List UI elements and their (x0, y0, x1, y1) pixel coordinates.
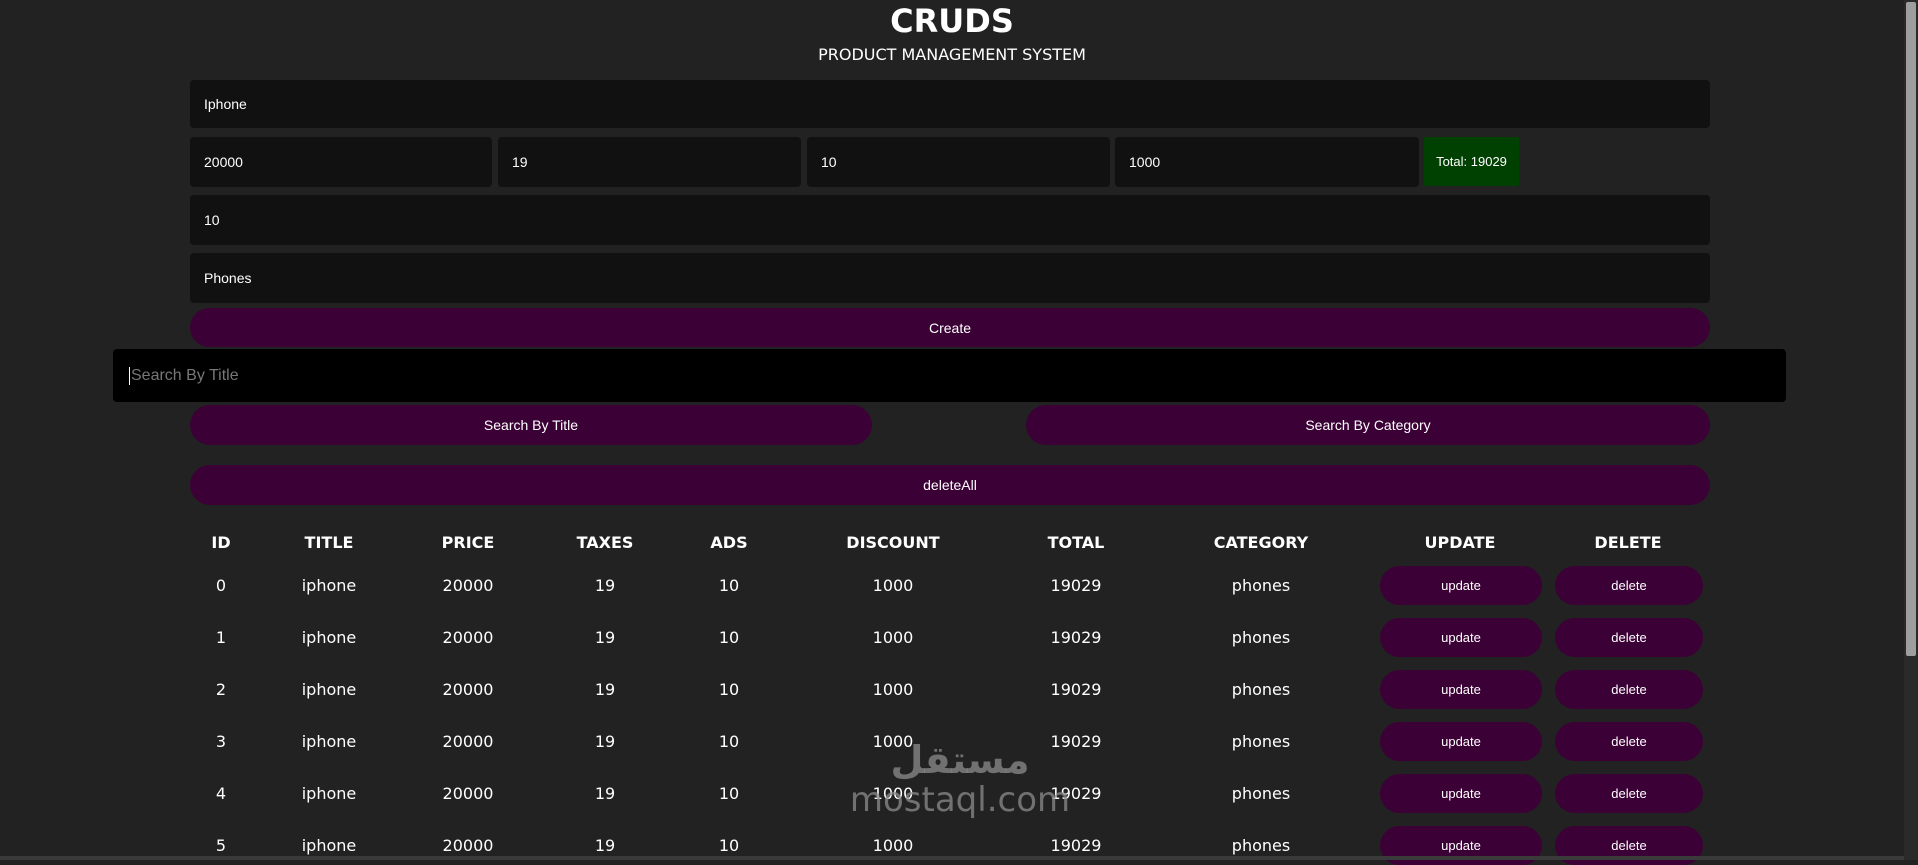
update-button[interactable]: update (1380, 566, 1542, 605)
update-button[interactable]: update (1380, 722, 1542, 761)
count-input[interactable]: 10 (190, 195, 1710, 245)
header-discount: DISCOUNT (846, 533, 940, 552)
cell-category: phones (1231, 576, 1291, 595)
cell-ads: 10 (718, 732, 740, 751)
cell-ads: 10 (718, 628, 740, 647)
header-category: CATEGORY (1213, 533, 1309, 552)
cell-title: iphone (301, 680, 357, 699)
discount-input[interactable]: 1000 (1115, 137, 1419, 187)
update-button[interactable]: update (1380, 670, 1542, 709)
cell-category: phones (1231, 732, 1291, 751)
cell-ads: 10 (718, 576, 740, 595)
cell-total: 19029 (1050, 836, 1102, 855)
cell-title: iphone (301, 836, 357, 855)
cell-ads: 10 (718, 836, 740, 855)
cell-discount: 1000 (872, 576, 914, 595)
delete-button[interactable]: delete (1555, 618, 1703, 657)
header-delete: DELETE (1594, 533, 1662, 552)
price-input[interactable]: 20000 (190, 137, 492, 187)
cell-title: iphone (301, 628, 357, 647)
cell-discount: 1000 (872, 628, 914, 647)
text-caret (129, 366, 130, 385)
header-total: TOTAL (1047, 533, 1105, 552)
cell-category: phones (1231, 680, 1291, 699)
header-price: PRICE (441, 533, 495, 552)
cell-price: 20000 (442, 732, 494, 751)
cell-total: 19029 (1050, 628, 1102, 647)
cell-total: 19029 (1050, 576, 1102, 595)
search-by-category-button[interactable]: Search By Category (1026, 405, 1710, 445)
cell-title: iphone (301, 784, 357, 803)
search-input[interactable]: Search By Title (113, 349, 1786, 402)
cell-price: 20000 (442, 784, 494, 803)
page-subtitle: PRODUCT MANAGEMENT SYSTEM (818, 45, 1086, 64)
page-title: CRUDS (890, 2, 1014, 40)
cell-ads: 10 (718, 680, 740, 699)
cell-price: 20000 (442, 628, 494, 647)
category-input[interactable]: Phones (190, 253, 1710, 303)
scrollbar-thumb[interactable] (1906, 2, 1916, 656)
ads-input[interactable]: 10 (807, 137, 1110, 187)
delete-button[interactable]: delete (1555, 774, 1703, 813)
delete-all-button[interactable]: deleteAll (190, 465, 1710, 505)
taxes-input[interactable]: 19 (498, 137, 801, 187)
total-display: Total: 19029 (1424, 137, 1519, 186)
cell-title: iphone (301, 732, 357, 751)
watermark-logo: مستقل mostaql.com (840, 740, 1080, 820)
cell-category: phones (1231, 784, 1291, 803)
create-button[interactable]: Create (190, 308, 1710, 347)
title-input[interactable]: Iphone (190, 80, 1710, 128)
header-title: TITLE (304, 533, 354, 552)
cell-title: iphone (301, 576, 357, 595)
header-update: UPDATE (1424, 533, 1496, 552)
update-button[interactable]: update (1380, 618, 1542, 657)
delete-button[interactable]: delete (1555, 722, 1703, 761)
cell-total: 19029 (1050, 680, 1102, 699)
watermark-arabic: مستقل (890, 738, 1030, 782)
cell-category: phones (1231, 836, 1291, 855)
search-by-title-button[interactable]: Search By Title (190, 405, 872, 445)
update-button[interactable]: update (1380, 774, 1542, 813)
watermark-latin: mostaql.com (849, 780, 1071, 820)
header-ads: ADS (710, 533, 748, 552)
cell-price: 20000 (442, 836, 494, 855)
search-placeholder: Search By Title (131, 366, 239, 384)
cell-category: phones (1231, 628, 1291, 647)
delete-button[interactable]: delete (1555, 670, 1703, 709)
cell-price: 20000 (442, 680, 494, 699)
cell-discount: 1000 (872, 836, 914, 855)
delete-button[interactable]: delete (1555, 566, 1703, 605)
bottom-edge (0, 856, 1904, 860)
cell-price: 20000 (442, 576, 494, 595)
cell-ads: 10 (718, 784, 740, 803)
cell-discount: 1000 (872, 680, 914, 699)
